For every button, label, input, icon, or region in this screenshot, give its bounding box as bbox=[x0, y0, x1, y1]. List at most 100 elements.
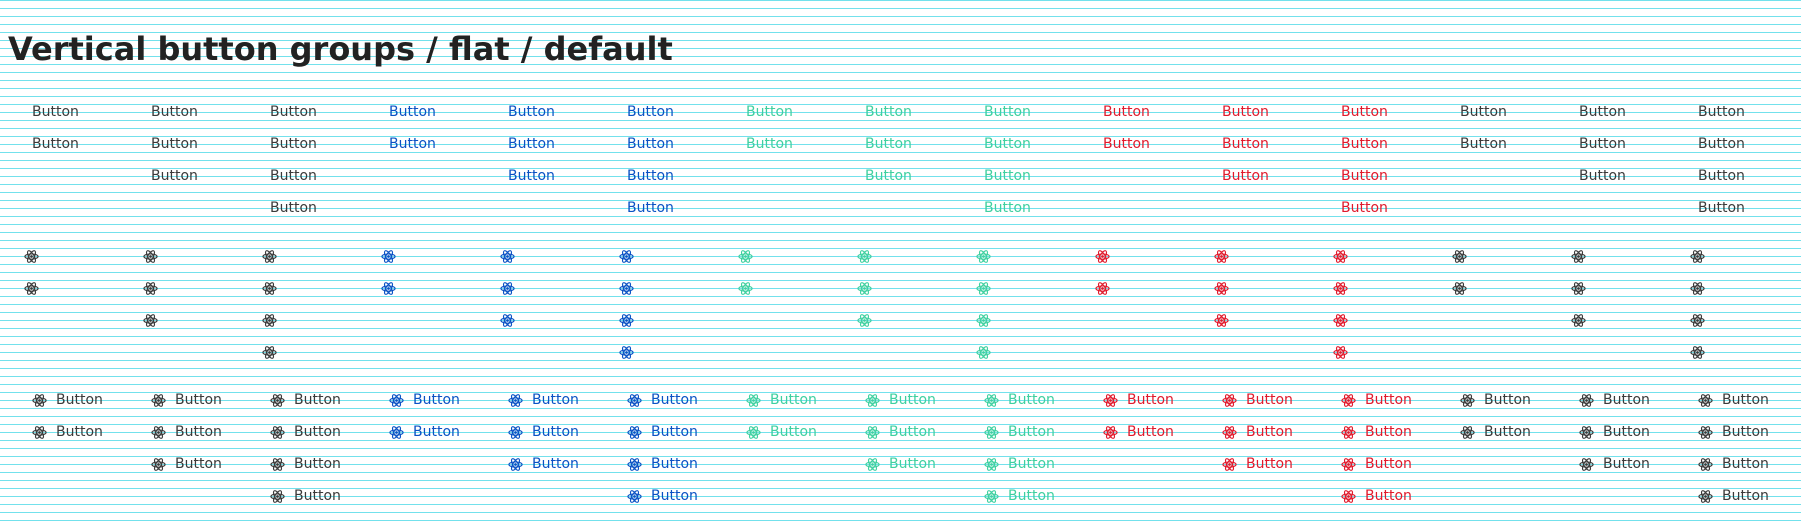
danger-button[interactable] bbox=[1079, 240, 1198, 272]
neutral-button[interactable]: Button bbox=[1436, 384, 1555, 416]
primary-button[interactable] bbox=[365, 240, 484, 272]
neutral-button[interactable]: Button bbox=[1555, 416, 1674, 448]
primary-button[interactable]: Button bbox=[603, 160, 722, 192]
default-button[interactable] bbox=[246, 336, 365, 368]
default-button[interactable]: Button bbox=[246, 128, 365, 160]
primary-button[interactable]: Button bbox=[603, 480, 722, 512]
default-button[interactable] bbox=[246, 272, 365, 304]
danger-button[interactable]: Button bbox=[1198, 384, 1317, 416]
neutral-button[interactable] bbox=[1674, 304, 1793, 336]
default-button[interactable] bbox=[127, 272, 246, 304]
success-button[interactable]: Button bbox=[960, 480, 1079, 512]
success-button[interactable]: Button bbox=[960, 448, 1079, 480]
primary-button[interactable]: Button bbox=[365, 96, 484, 128]
success-button[interactable] bbox=[960, 240, 1079, 272]
success-button[interactable] bbox=[841, 304, 960, 336]
danger-button[interactable] bbox=[1317, 304, 1436, 336]
neutral-button[interactable]: Button bbox=[1436, 416, 1555, 448]
default-button[interactable]: Button bbox=[246, 480, 365, 512]
primary-button[interactable]: Button bbox=[365, 416, 484, 448]
success-button[interactable]: Button bbox=[960, 384, 1079, 416]
default-button[interactable]: Button bbox=[246, 384, 365, 416]
primary-button[interactable]: Button bbox=[484, 416, 603, 448]
success-button[interactable] bbox=[722, 272, 841, 304]
primary-button[interactable]: Button bbox=[365, 384, 484, 416]
neutral-button[interactable]: Button bbox=[1674, 96, 1793, 128]
neutral-button[interactable]: Button bbox=[1674, 416, 1793, 448]
danger-button[interactable]: Button bbox=[1079, 128, 1198, 160]
danger-button[interactable]: Button bbox=[1198, 416, 1317, 448]
success-button[interactable]: Button bbox=[841, 128, 960, 160]
default-button[interactable]: Button bbox=[127, 96, 246, 128]
success-button[interactable] bbox=[960, 304, 1079, 336]
danger-button[interactable]: Button bbox=[1198, 160, 1317, 192]
neutral-button[interactable]: Button bbox=[1674, 448, 1793, 480]
danger-button[interactable] bbox=[1317, 240, 1436, 272]
neutral-button[interactable] bbox=[1436, 240, 1555, 272]
neutral-button[interactable]: Button bbox=[1555, 128, 1674, 160]
primary-button[interactable]: Button bbox=[603, 96, 722, 128]
primary-button[interactable] bbox=[484, 304, 603, 336]
danger-button[interactable]: Button bbox=[1317, 96, 1436, 128]
success-button[interactable]: Button bbox=[722, 384, 841, 416]
neutral-button[interactable] bbox=[1674, 336, 1793, 368]
danger-button[interactable] bbox=[1317, 272, 1436, 304]
primary-button[interactable]: Button bbox=[484, 128, 603, 160]
success-button[interactable]: Button bbox=[960, 192, 1079, 224]
primary-button[interactable] bbox=[603, 336, 722, 368]
danger-button[interactable] bbox=[1317, 336, 1436, 368]
default-button[interactable]: Button bbox=[127, 416, 246, 448]
default-button[interactable]: Button bbox=[246, 160, 365, 192]
default-button[interactable] bbox=[8, 272, 127, 304]
success-button[interactable]: Button bbox=[722, 416, 841, 448]
primary-button[interactable]: Button bbox=[484, 448, 603, 480]
success-button[interactable] bbox=[960, 272, 1079, 304]
success-button[interactable]: Button bbox=[841, 384, 960, 416]
success-button[interactable] bbox=[960, 336, 1079, 368]
success-button[interactable] bbox=[841, 272, 960, 304]
neutral-button[interactable]: Button bbox=[1674, 192, 1793, 224]
default-button[interactable]: Button bbox=[8, 128, 127, 160]
default-button[interactable] bbox=[246, 240, 365, 272]
primary-button[interactable] bbox=[603, 272, 722, 304]
danger-button[interactable]: Button bbox=[1079, 384, 1198, 416]
neutral-button[interactable] bbox=[1555, 304, 1674, 336]
danger-button[interactable]: Button bbox=[1317, 384, 1436, 416]
default-button[interactable]: Button bbox=[127, 384, 246, 416]
default-button[interactable]: Button bbox=[246, 96, 365, 128]
default-button[interactable]: Button bbox=[8, 384, 127, 416]
primary-button[interactable]: Button bbox=[603, 384, 722, 416]
success-button[interactable] bbox=[841, 240, 960, 272]
danger-button[interactable]: Button bbox=[1198, 448, 1317, 480]
success-button[interactable]: Button bbox=[841, 160, 960, 192]
danger-button[interactable] bbox=[1198, 304, 1317, 336]
success-button[interactable]: Button bbox=[960, 160, 1079, 192]
neutral-button[interactable] bbox=[1555, 240, 1674, 272]
danger-button[interactable] bbox=[1198, 272, 1317, 304]
default-button[interactable]: Button bbox=[127, 160, 246, 192]
success-button[interactable]: Button bbox=[960, 128, 1079, 160]
default-button[interactable]: Button bbox=[8, 416, 127, 448]
default-button[interactable]: Button bbox=[127, 128, 246, 160]
default-button[interactable]: Button bbox=[246, 448, 365, 480]
danger-button[interactable]: Button bbox=[1317, 480, 1436, 512]
primary-button[interactable]: Button bbox=[603, 448, 722, 480]
default-button[interactable] bbox=[127, 304, 246, 336]
success-button[interactable]: Button bbox=[841, 96, 960, 128]
default-button[interactable]: Button bbox=[246, 416, 365, 448]
primary-button[interactable] bbox=[365, 272, 484, 304]
neutral-button[interactable]: Button bbox=[1674, 160, 1793, 192]
primary-button[interactable] bbox=[603, 240, 722, 272]
primary-button[interactable] bbox=[484, 240, 603, 272]
default-button[interactable] bbox=[246, 304, 365, 336]
danger-button[interactable]: Button bbox=[1317, 160, 1436, 192]
primary-button[interactable] bbox=[603, 304, 722, 336]
default-button[interactable] bbox=[8, 240, 127, 272]
success-button[interactable]: Button bbox=[841, 448, 960, 480]
danger-button[interactable] bbox=[1079, 272, 1198, 304]
neutral-button[interactable]: Button bbox=[1674, 128, 1793, 160]
success-button[interactable]: Button bbox=[960, 96, 1079, 128]
default-button[interactable] bbox=[127, 240, 246, 272]
primary-button[interactable]: Button bbox=[603, 416, 722, 448]
primary-button[interactable]: Button bbox=[484, 96, 603, 128]
